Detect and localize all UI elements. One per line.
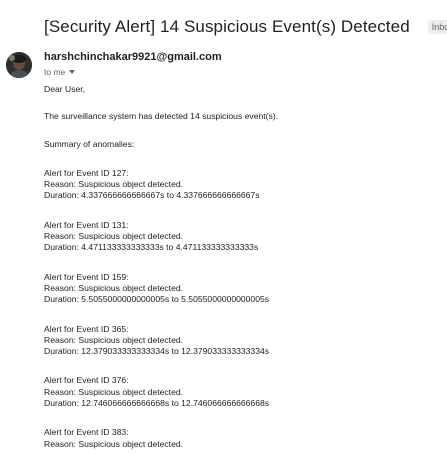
sender-avatar[interactable] [6, 52, 32, 78]
event-title: Alert for Event ID 365: [44, 323, 129, 334]
event-block: Alert for Event ID 159: Reason: Suspicio… [44, 272, 439, 306]
event-reason: Reason: Suspicious object detected. [44, 386, 184, 397]
event-duration: Duration: 4.471133333333333s to 4.471133… [44, 242, 259, 253]
event-block: Alert for Event ID 376: Reason: Suspicio… [44, 375, 439, 409]
event-reason: Reason: Suspicious object detected. [44, 438, 184, 449]
event-block: Alert for Event ID 131: Reason: Suspicio… [44, 220, 439, 254]
event-title: Alert for Event ID 376: [44, 375, 129, 386]
event-block: Alert for Event ID 127: Reason: Suspicio… [44, 168, 439, 202]
event-reason: Reason: Suspicious object detected. [44, 282, 184, 293]
summary-heading: Summary of anomalies: [44, 138, 135, 149]
recipient-line[interactable]: to me [44, 67, 76, 77]
email-body: Dear User, The surveillance system has d… [44, 84, 439, 450]
event-title: Alert for Event ID 127: [44, 167, 129, 178]
event-duration: Duration: 5.5055000000000005s to 5.50550… [44, 294, 270, 305]
event-reason: Reason: Suspicious object detected. [44, 231, 184, 242]
inbox-label-chip[interactable]: Inbox × [427, 20, 447, 34]
event-block: Alert for Event ID 383: Reason: Suspicio… [44, 427, 439, 450]
event-duration: Duration: 12.379033333333334s to 12.3790… [44, 346, 270, 357]
event-reason: Reason: Suspicious object detected. [44, 334, 184, 345]
event-reason: Reason: Suspicious object detected. [44, 179, 184, 190]
event-title: Alert for Event ID 383: [44, 427, 129, 438]
chevron-down-icon[interactable] [69, 70, 76, 74]
recipient-text: to me [44, 67, 66, 77]
subject-row: [Security Alert] 14 Suspicious Event(s) … [44, 14, 447, 40]
email-subject: [Security Alert] 14 Suspicious Event(s) … [44, 17, 410, 36]
avatar-image [6, 52, 32, 78]
inbox-label-text: Inbox [431, 22, 447, 32]
event-title: Alert for Event ID 131: [44, 219, 129, 230]
event-duration: Duration: 12.746066666666668s to 12.7460… [44, 398, 270, 409]
event-title: Alert for Event ID 159: [44, 271, 129, 282]
sender-email[interactable]: harshchinchakar9921@gmail.com [44, 51, 222, 63]
greeting: Dear User, [44, 84, 86, 94]
event-duration: Duration: 4.337666666666667s to 4.337666… [44, 190, 260, 201]
event-block: Alert for Event ID 365: Reason: Suspicio… [44, 324, 439, 358]
intro-text: The surveillance system has detected 14 … [44, 111, 279, 122]
